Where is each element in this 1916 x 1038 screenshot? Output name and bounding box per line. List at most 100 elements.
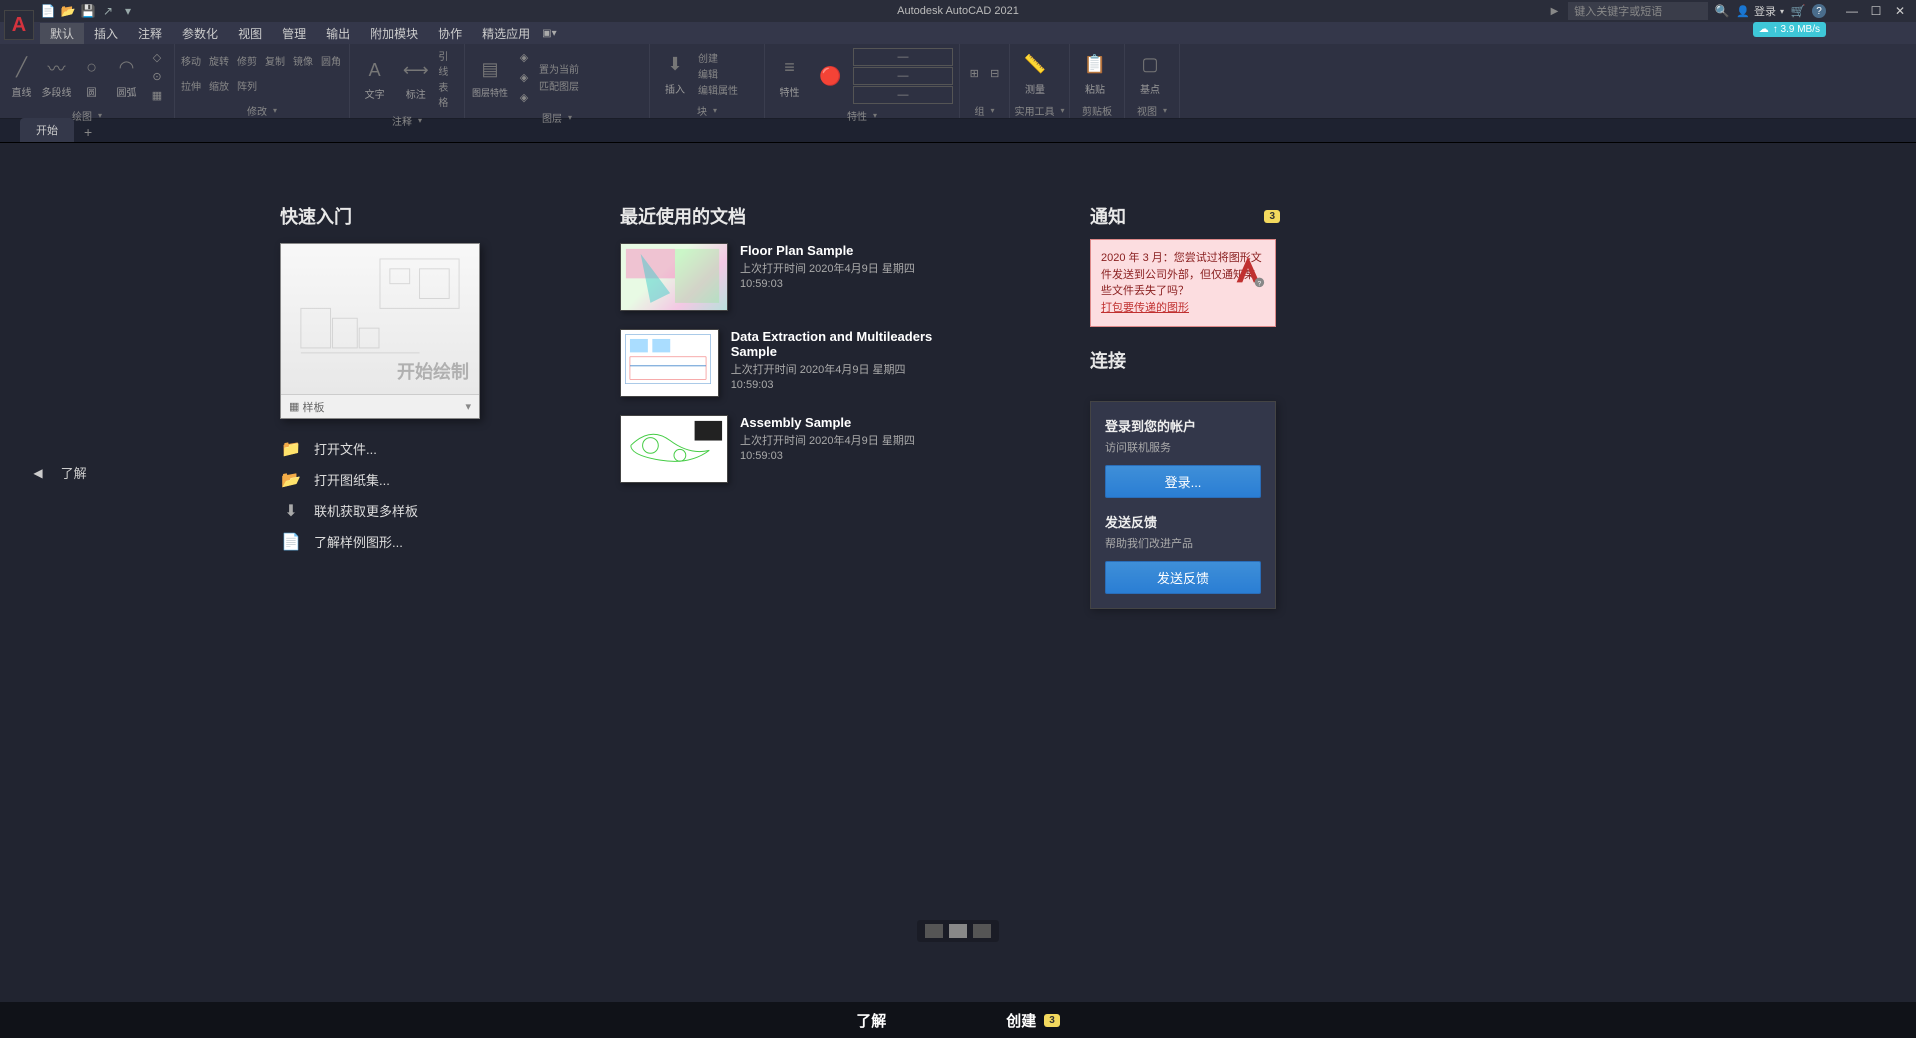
- color-select[interactable]: —: [853, 48, 953, 66]
- scale-button[interactable]: 缩放: [209, 78, 229, 93]
- panel-ann-dd[interactable]: [416, 115, 422, 126]
- line-button[interactable]: ╱直线: [6, 54, 37, 99]
- edit-attr-button[interactable]: 编辑属性: [698, 82, 738, 97]
- dim-button[interactable]: ⟷标注: [397, 56, 434, 101]
- layer-props-button[interactable]: ▤图层特性: [471, 56, 509, 99]
- nav-learn[interactable]: ◀ 了解: [33, 463, 86, 482]
- bottom-tab-learn[interactable]: 了解: [856, 1010, 886, 1031]
- open-icon[interactable]: 📂: [60, 4, 76, 18]
- cart-icon[interactable]: 🛒: [1790, 3, 1806, 19]
- layer-s3[interactable]: ◈: [513, 88, 535, 106]
- panel-group-dd[interactable]: [988, 105, 994, 116]
- ribbon-tab-annotate[interactable]: 注释: [128, 23, 172, 44]
- fillet-button[interactable]: 圆角: [321, 53, 341, 68]
- mirror-button[interactable]: 镜像: [293, 53, 313, 68]
- ribbon-tab-collaborate[interactable]: 协作: [428, 23, 472, 44]
- ribbon-panel-view: ▢基点 视图: [1125, 44, 1180, 118]
- view-grid-button[interactable]: [925, 924, 943, 938]
- setcurrent-button[interactable]: 置为当前: [539, 61, 579, 76]
- ribbon-tab-featured[interactable]: 精选应用: [472, 23, 540, 44]
- panel-draw-dd[interactable]: [96, 110, 102, 121]
- search-input[interactable]: 键入关键字或短语: [1568, 2, 1708, 20]
- circle-button[interactable]: ○圆: [76, 54, 107, 99]
- move-button[interactable]: 移动: [181, 53, 201, 68]
- stretch-button[interactable]: 拉伸: [181, 78, 201, 93]
- notif-link[interactable]: 打包要传递的图形: [1101, 302, 1189, 314]
- circle-label: 圆: [87, 84, 97, 99]
- new-icon[interactable]: 📄: [40, 4, 56, 18]
- recent-item-2[interactable]: Assembly Sample 上次打开时间 2020年4月9日 星期四 10:…: [620, 415, 960, 483]
- recent-item-0[interactable]: Floor Plan Sample 上次打开时间 2020年4月9日 星期四 1…: [620, 243, 960, 311]
- layer-s2[interactable]: ◈: [513, 68, 535, 86]
- view-compact-button[interactable]: [973, 924, 991, 938]
- panel-props-dd[interactable]: [871, 110, 877, 121]
- open-sheetset-link[interactable]: 📂 打开图纸集...: [280, 470, 490, 489]
- feedback-section-sub: 帮助我们改进产品: [1105, 535, 1261, 551]
- ribbon-tab-default[interactable]: 默认: [40, 23, 84, 44]
- leader-button[interactable]: 引线: [438, 48, 458, 78]
- notification-card[interactable]: 2020 年 3 月：您尝试过将图形文件发送到公司外部，但仅通知某些文件丢失了吗…: [1090, 239, 1276, 327]
- help-icon[interactable]: ?: [1812, 4, 1826, 18]
- share-icon[interactable]: ↗: [100, 4, 116, 18]
- ribbon-tab-output[interactable]: 输出: [316, 23, 360, 44]
- login-button[interactable]: 👤 登录 ▾: [1736, 3, 1784, 19]
- panel-block-dd[interactable]: [711, 105, 717, 116]
- match-button[interactable]: 🔴: [812, 62, 849, 90]
- minimize-button[interactable]: —: [1844, 4, 1860, 18]
- close-button[interactable]: ✕: [1892, 4, 1908, 18]
- rotate-button[interactable]: 旋转: [209, 53, 229, 68]
- qat-dropdown-icon[interactable]: ▾: [120, 4, 136, 18]
- panel-view-dd[interactable]: [1161, 105, 1167, 116]
- panel-modify-dd[interactable]: [271, 105, 277, 116]
- draw-small2[interactable]: ⊙: [146, 67, 168, 85]
- tab-add-button[interactable]: +: [76, 122, 100, 142]
- insert-button[interactable]: ⬇插入: [656, 51, 694, 96]
- matchlayer-button[interactable]: 匹配图层: [539, 78, 579, 93]
- edit-block-button[interactable]: 编辑: [698, 66, 738, 81]
- ribbon-tab-insert[interactable]: 插入: [84, 23, 128, 44]
- lt-select[interactable]: —: [853, 86, 953, 104]
- online-templates-link[interactable]: ⬇ 联机获取更多样板: [280, 501, 490, 520]
- template-select[interactable]: ▦ 样板 ▾: [281, 394, 479, 418]
- maximize-button[interactable]: ☐: [1868, 4, 1884, 18]
- measure-button[interactable]: 📏测量: [1016, 51, 1054, 96]
- table-button[interactable]: 表格: [438, 79, 458, 109]
- open-file-link[interactable]: 📁 打开文件...: [280, 439, 490, 458]
- sample-drawings-link[interactable]: 📄 了解样例图形...: [280, 532, 490, 551]
- save-icon[interactable]: 💾: [80, 4, 96, 18]
- panel-layer-dd[interactable]: [566, 112, 572, 123]
- search-icon[interactable]: 🔍: [1714, 4, 1730, 18]
- paste-button[interactable]: 📋粘贴: [1076, 51, 1114, 96]
- arc-button[interactable]: ◠圆弧: [111, 54, 142, 99]
- tab-start[interactable]: 开始: [20, 118, 74, 142]
- ribbon-more-icon[interactable]: ▣▾: [542, 28, 556, 39]
- feedback-action-button[interactable]: 发送反馈: [1105, 561, 1261, 594]
- lw-select[interactable]: —: [853, 67, 953, 85]
- quickstart-card[interactable]: 开始绘制 ▦ 样板 ▾: [280, 243, 480, 419]
- panel-clip-title: 剪贴板: [1082, 103, 1112, 118]
- copy-button[interactable]: 复制: [265, 53, 285, 68]
- array-button[interactable]: 阵列: [237, 78, 257, 93]
- panel-util-dd[interactable]: [1058, 105, 1064, 116]
- trim-button[interactable]: 修剪: [237, 53, 257, 68]
- recent-item-1[interactable]: Data Extraction and Multileaders Sample …: [620, 329, 960, 397]
- base-button[interactable]: ▢基点: [1131, 51, 1169, 96]
- ungroup-button[interactable]: ⊟: [987, 64, 1004, 82]
- ribbon-tab-parametric[interactable]: 参数化: [172, 23, 228, 44]
- ribbon-tab-addins[interactable]: 附加模块: [360, 23, 428, 44]
- login-action-button[interactable]: 登录...: [1105, 465, 1261, 498]
- layer-s1[interactable]: ◈: [513, 48, 535, 66]
- bottom-tab-create[interactable]: 创建 3: [1006, 1010, 1060, 1031]
- props-button[interactable]: ≡特性: [771, 54, 808, 99]
- create-block-button[interactable]: 创建: [698, 50, 738, 65]
- cloud-icon: ☁: [1759, 24, 1769, 35]
- draw-small1[interactable]: ◇: [146, 48, 168, 66]
- view-list-button[interactable]: [949, 924, 967, 938]
- group-button[interactable]: ⊞: [966, 64, 983, 82]
- text-button[interactable]: A文字: [356, 56, 393, 101]
- draw-small3[interactable]: ▦: [146, 86, 168, 104]
- app-logo[interactable]: A: [4, 10, 34, 40]
- polyline-button[interactable]: 〰多段线: [41, 54, 72, 99]
- ribbon-tab-view[interactable]: 视图: [228, 23, 272, 44]
- ribbon-tab-manage[interactable]: 管理: [272, 23, 316, 44]
